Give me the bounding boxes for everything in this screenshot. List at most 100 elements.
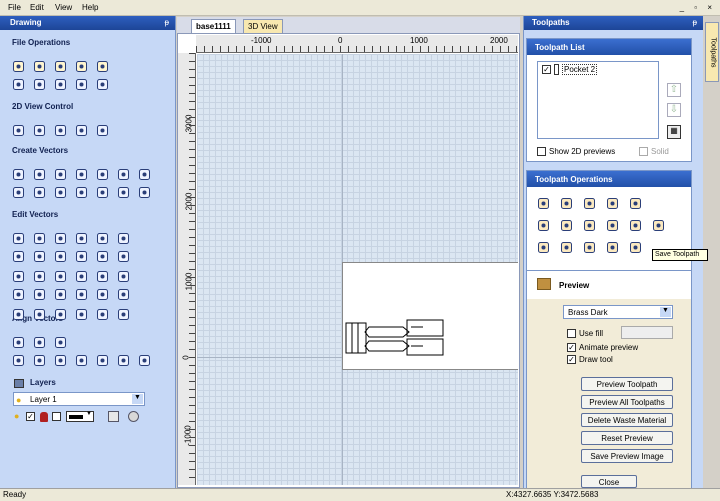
pocket-icon[interactable] (560, 197, 573, 210)
texture-icon[interactable] (537, 219, 550, 232)
layer-visible-checkbox[interactable]: ✓ (26, 412, 35, 421)
join-icon[interactable] (12, 270, 25, 283)
align-space-icon[interactable] (117, 354, 130, 367)
distort-icon[interactable] (75, 232, 88, 245)
preview-toolpath-button[interactable]: Preview Toolpath (581, 377, 673, 391)
profile-icon[interactable] (537, 197, 550, 210)
group-icon[interactable] (96, 270, 109, 283)
menu-edit[interactable]: Edit (30, 3, 44, 12)
preview-all-toolpaths-button[interactable]: Preview All Toolpaths (581, 395, 673, 409)
zoom-box-icon[interactable] (54, 124, 67, 137)
draw-tool-checkbox[interactable]: ✓ (567, 355, 576, 364)
offset-icon[interactable] (54, 250, 67, 263)
vcarve-icon[interactable] (606, 197, 619, 210)
subtract-icon[interactable] (96, 250, 109, 263)
polygon-icon[interactable] (117, 168, 130, 181)
import-vector-icon[interactable] (96, 186, 109, 199)
shape-4-icon[interactable] (75, 308, 88, 321)
tab-base[interactable]: base1111 (191, 19, 236, 33)
select-icon[interactable] (12, 232, 25, 245)
save-toolpath-icon[interactable] (652, 219, 665, 232)
delete-toolpath-icon[interactable] (606, 219, 619, 232)
shape-6-icon[interactable] (117, 308, 130, 321)
trim-icon[interactable] (12, 250, 25, 263)
toolpath-list[interactable]: ✓ Pocket 2 (537, 61, 659, 139)
layer-lock-checkbox[interactable] (52, 412, 61, 421)
menu-help[interactable]: Help (82, 3, 98, 12)
tab-3d-view[interactable]: 3D View (243, 19, 283, 33)
bitmap-icon[interactable] (117, 186, 130, 199)
list-item[interactable]: ✓ Pocket 2 (540, 64, 612, 76)
shape-3-icon[interactable] (54, 308, 67, 321)
align-center-icon[interactable] (12, 336, 25, 349)
open-file-icon[interactable] (33, 60, 46, 73)
smooth-icon[interactable] (54, 288, 67, 301)
bulb-icon[interactable]: ● (14, 411, 19, 421)
spiral-icon[interactable] (96, 168, 109, 181)
close-icon[interactable] (33, 270, 46, 283)
prism-icon[interactable] (629, 197, 642, 210)
shape-5-icon[interactable] (96, 308, 109, 321)
align-middle-icon[interactable] (96, 354, 109, 367)
array-icon[interactable] (75, 270, 88, 283)
align-right-icon[interactable] (33, 354, 46, 367)
copy-icon[interactable] (33, 78, 46, 91)
curve-icon[interactable] (75, 288, 88, 301)
close-button[interactable]: Close (581, 475, 637, 488)
layer-properties-icon[interactable] (108, 411, 119, 422)
reset-preview-button[interactable]: Reset Preview (581, 431, 673, 445)
merge-icon[interactable] (537, 241, 550, 254)
shape-1-icon[interactable] (12, 308, 25, 321)
menu-file[interactable]: File (8, 3, 21, 12)
paste-icon[interactable] (54, 78, 67, 91)
export-icon[interactable] (96, 60, 109, 73)
align-fit-icon[interactable] (138, 354, 151, 367)
summary-icon[interactable] (560, 241, 573, 254)
text-on-curve-icon[interactable] (54, 186, 67, 199)
arrow-down-icon[interactable]: ⇩ (667, 103, 681, 117)
drill-icon[interactable] (583, 197, 596, 210)
use-fill-checkbox[interactable] (567, 329, 576, 338)
cut-icon[interactable] (12, 78, 25, 91)
zoom-in-icon[interactable] (33, 124, 46, 137)
arrow-up-icon[interactable]: ⇧ (667, 83, 681, 97)
align-bottom-icon[interactable] (75, 354, 88, 367)
calculate-icon[interactable] (629, 219, 642, 232)
text-box-icon[interactable] (33, 186, 46, 199)
align-left-icon[interactable] (12, 354, 25, 367)
calculator-icon[interactable]: ▦ (667, 125, 681, 139)
ellipse-icon[interactable] (33, 168, 46, 181)
chevron-down-icon[interactable]: ▼ (132, 394, 143, 404)
weld-icon[interactable] (75, 250, 88, 263)
layer-select[interactable]: ● Layer 1 ▼ (13, 392, 145, 406)
text-icon[interactable] (12, 186, 25, 199)
chevron-down-icon[interactable]: ▼ (660, 307, 671, 317)
solid-checkbox[interactable] (639, 147, 648, 156)
material-select[interactable]: Brass Dark ▼ (563, 305, 673, 319)
redo-icon[interactable] (96, 78, 109, 91)
rectangle-icon[interactable] (54, 168, 67, 181)
break-icon[interactable] (33, 288, 46, 301)
pan-icon[interactable] (12, 124, 25, 137)
fillet-icon[interactable] (33, 250, 46, 263)
animate-preview-checkbox[interactable]: ✓ (567, 343, 576, 352)
align-icon[interactable] (117, 232, 130, 245)
view-options-icon[interactable] (96, 124, 109, 137)
dimension-icon[interactable] (75, 186, 88, 199)
shape-2-icon[interactable] (33, 308, 46, 321)
scale-icon[interactable] (96, 232, 109, 245)
align-horizontal-icon[interactable] (33, 336, 46, 349)
align-top-icon[interactable] (54, 354, 67, 367)
import-icon[interactable] (75, 60, 88, 73)
mirror-icon[interactable] (54, 270, 67, 283)
window-controls[interactable]: _ ▫ × (680, 3, 716, 12)
show-2d-checkbox[interactable] (537, 147, 546, 156)
pin-icon[interactable]: ᵽ (693, 18, 697, 27)
extend-icon[interactable] (12, 288, 25, 301)
lock-icon[interactable] (40, 412, 48, 422)
menu-view[interactable]: View (55, 3, 72, 12)
undo-icon[interactable] (75, 78, 88, 91)
transform-icon[interactable] (54, 232, 67, 245)
trace-icon[interactable] (138, 186, 151, 199)
align-vertical-icon[interactable] (54, 336, 67, 349)
